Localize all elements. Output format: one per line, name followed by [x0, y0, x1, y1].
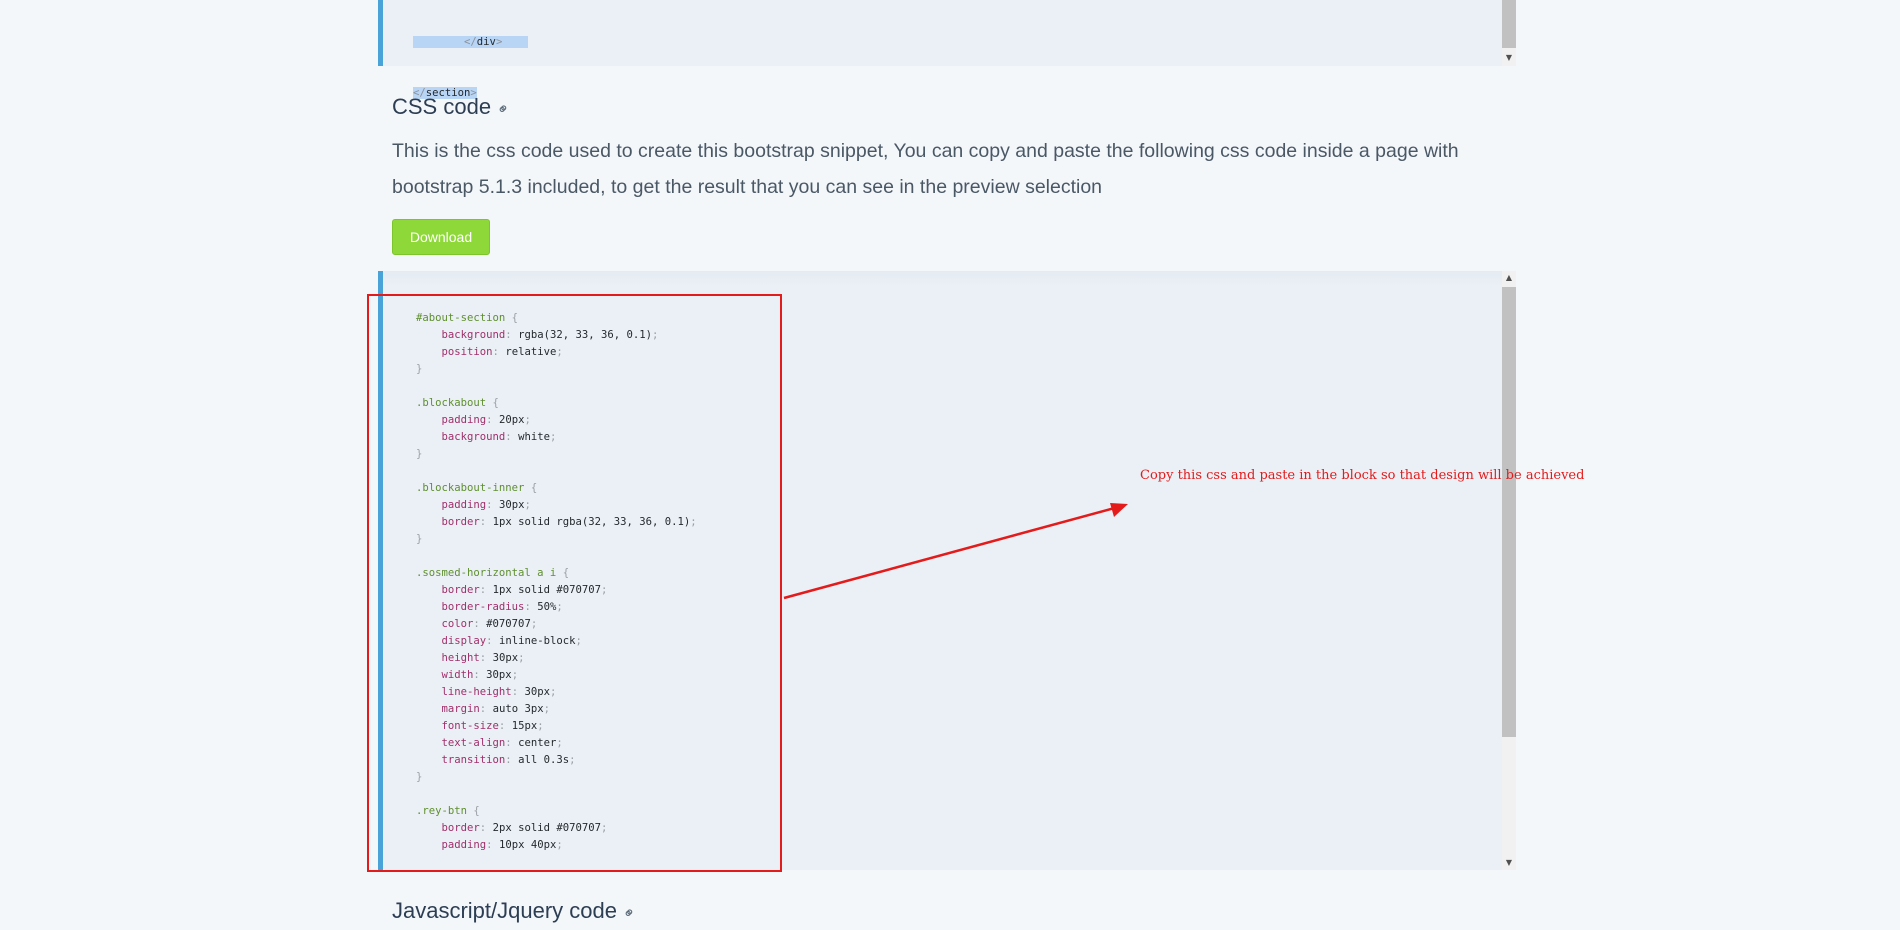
code-line: </div>: [413, 34, 528, 51]
link-icon[interactable]: ⚭: [618, 902, 640, 924]
css-description: This is the css code used to create this…: [392, 140, 1459, 198]
js-code-heading: Javascript/Jquery code ⚭: [392, 898, 641, 924]
scroll-up-arrow-icon[interactable]: ▲: [1502, 271, 1516, 285]
scroll-down-arrow-icon[interactable]: ▼: [1502, 51, 1516, 65]
scrollbar-thumb[interactable]: [1502, 287, 1516, 737]
css-code-heading: CSS code ⚭: [392, 94, 515, 120]
css-code-scrollbar[interactable]: ▲ ▼: [1502, 271, 1516, 870]
annotation-arrow: [783, 503, 1128, 600]
html-code-scrollbar[interactable]: ▼: [1502, 0, 1516, 66]
highlight-box: [367, 294, 782, 872]
scroll-down-arrow-icon[interactable]: ▼: [1502, 856, 1516, 870]
html-code-block: </div> </section> ▼: [378, 0, 1516, 99]
download-button[interactable]: Download: [392, 219, 490, 255]
scrollbar-thumb[interactable]: [1502, 0, 1516, 48]
annotation-text: Copy this css and paste in the block so …: [1140, 468, 1585, 483]
